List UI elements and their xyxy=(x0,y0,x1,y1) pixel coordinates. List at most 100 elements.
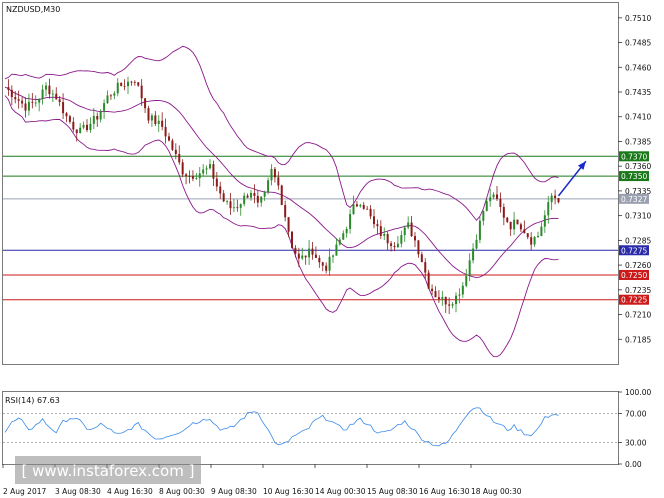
candle-body xyxy=(140,85,143,99)
candle-body xyxy=(301,255,304,259)
candle-body xyxy=(86,124,88,131)
candle-body xyxy=(65,113,68,117)
candle-body xyxy=(441,297,444,300)
rsi-tick-label: 100.00 xyxy=(625,388,651,397)
candle-body xyxy=(109,95,112,97)
candle-body xyxy=(355,204,358,207)
candle-body xyxy=(273,168,276,178)
candle-body xyxy=(188,176,191,177)
candle-body xyxy=(150,115,153,121)
candle-body xyxy=(366,208,369,210)
candle-body xyxy=(51,93,54,95)
candle-body xyxy=(379,226,382,236)
candle-body xyxy=(506,217,509,222)
candle-body xyxy=(543,215,546,227)
candle-body xyxy=(212,164,215,179)
candle-body xyxy=(99,110,102,120)
price-tick-label: 0.7435 xyxy=(625,88,651,97)
candle-body xyxy=(407,222,410,228)
candle-body xyxy=(226,201,229,203)
candle-body xyxy=(130,81,133,83)
candle-body xyxy=(123,85,126,87)
chart-window: 0.7185 0.7210 0.7235 0.7260 0.7285 0.7310 0.73… xyxy=(0,0,664,498)
candle-body xyxy=(82,124,85,128)
candle-body xyxy=(92,115,95,124)
candle-body xyxy=(219,186,222,194)
candle-body xyxy=(342,233,345,240)
candle-body xyxy=(410,222,413,237)
candle-body xyxy=(58,99,61,103)
candle-body xyxy=(455,295,457,305)
price-tick-label: 0.7185 xyxy=(625,335,651,344)
candle-body xyxy=(475,239,478,249)
candle-body xyxy=(10,89,13,98)
candle-body xyxy=(496,194,498,199)
time-tick-label: 4 Aug 16:30 xyxy=(107,487,153,496)
candle-body xyxy=(284,205,287,218)
candle-body xyxy=(120,82,123,86)
candle-body xyxy=(164,126,167,137)
candle-body xyxy=(321,262,324,266)
chart-background xyxy=(0,0,664,498)
candle-body xyxy=(547,202,550,216)
rsi-tick-label: 0.00 xyxy=(625,460,642,469)
candle-body xyxy=(420,254,423,263)
candle-body xyxy=(362,205,365,209)
level-badge-label: 0.7225 xyxy=(621,296,647,305)
level-badge-label: 0.7370 xyxy=(621,152,647,161)
candle-body xyxy=(540,226,543,236)
candle-body xyxy=(215,178,218,187)
rsi-tick-label: 30.00 xyxy=(625,438,647,447)
candle-body xyxy=(516,219,519,225)
candle-body xyxy=(297,253,300,259)
candle-body xyxy=(253,192,256,196)
price-tick-label: 0.7410 xyxy=(625,113,651,122)
candle-body xyxy=(458,294,461,296)
price-tick-label: 0.7260 xyxy=(625,261,651,270)
candle-body xyxy=(34,102,37,104)
candle-body xyxy=(468,260,471,276)
price-tick-label: 0.7210 xyxy=(625,311,651,320)
price-tick-label: 0.7510 xyxy=(625,14,651,23)
candle-body xyxy=(222,193,225,202)
candle-body xyxy=(383,233,386,236)
candle-body xyxy=(325,265,328,271)
candle-body xyxy=(444,297,447,305)
watermark-text: [ www.instaforex.com ] xyxy=(22,462,195,480)
candle-body xyxy=(352,204,355,215)
candle-body xyxy=(417,240,420,255)
time-tick-label: 14 Aug 00:30 xyxy=(315,487,366,496)
time-tick-label: 3 Aug 08:30 xyxy=(55,487,101,496)
candle-body xyxy=(396,243,399,248)
candle-body xyxy=(89,123,92,131)
candle-body xyxy=(519,224,522,230)
candle-body xyxy=(236,207,239,209)
time-tick-label: 18 Aug 00:30 xyxy=(471,487,522,496)
candle-body xyxy=(75,129,78,134)
candle-body xyxy=(345,228,348,234)
candle-body xyxy=(400,235,403,244)
price-tick-label: 0.7360 xyxy=(625,162,651,171)
time-tick-label: 9 Aug 08:30 xyxy=(211,487,257,496)
candle-body xyxy=(338,239,341,245)
candle-body xyxy=(461,285,464,295)
candle-body xyxy=(277,177,280,186)
candle-body xyxy=(116,82,119,94)
candle-body xyxy=(280,185,283,206)
level-badge-label: 0.7275 xyxy=(621,246,647,255)
candle-body xyxy=(287,217,290,232)
candle-body xyxy=(246,195,249,198)
candle-body xyxy=(537,235,539,238)
candle-body xyxy=(424,262,427,273)
candle-body xyxy=(434,291,437,298)
candle-body xyxy=(157,120,160,125)
candle-body xyxy=(7,87,10,90)
candle-body xyxy=(96,115,99,120)
candle-body xyxy=(55,93,58,100)
candle-body xyxy=(349,214,352,229)
candle-body xyxy=(133,82,136,83)
candle-body xyxy=(263,192,266,197)
candle-body xyxy=(431,288,434,292)
candle-body xyxy=(229,201,232,209)
candle-body xyxy=(308,248,311,258)
